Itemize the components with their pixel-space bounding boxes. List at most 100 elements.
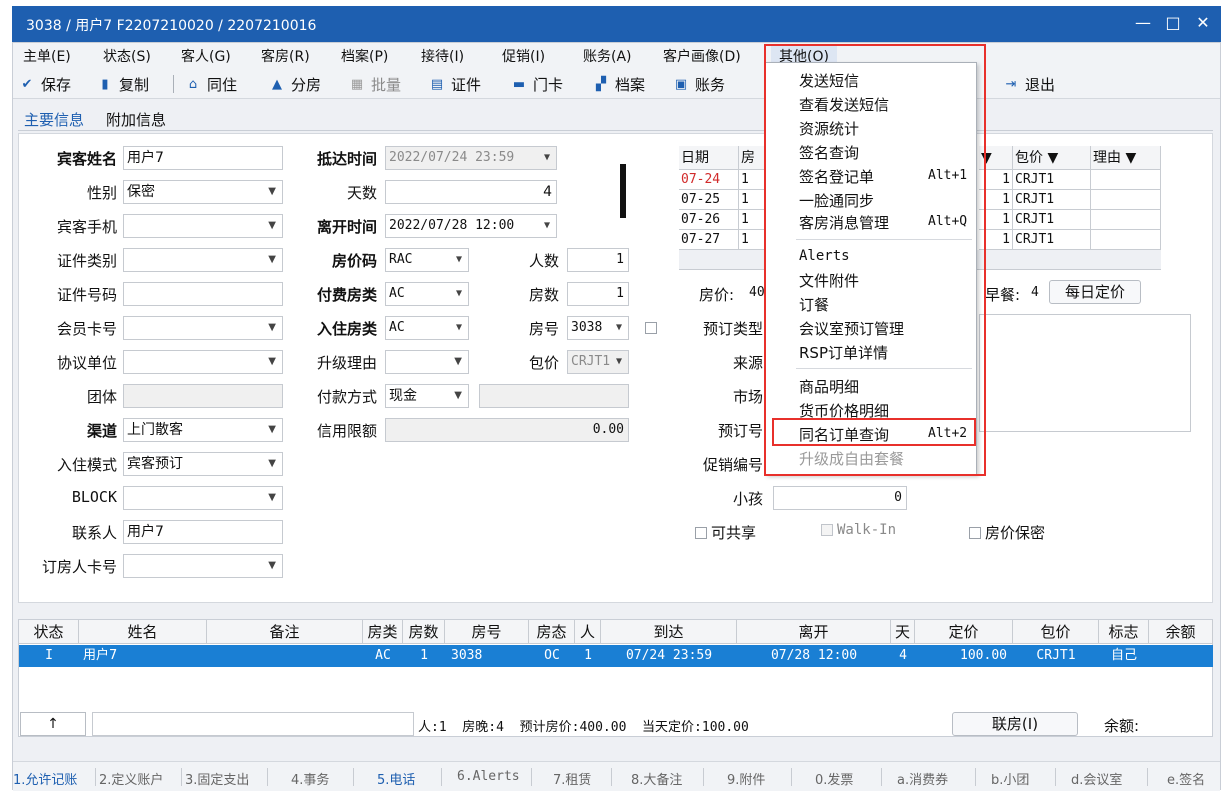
tab-main-info[interactable]: 主要信息 xyxy=(24,109,84,130)
grid-header-reason[interactable]: 理由 ▼ xyxy=(1091,146,1161,170)
group-field[interactable] xyxy=(123,384,283,408)
fn-big-note[interactable]: 8.大备注 xyxy=(631,769,682,788)
id-card-button[interactable]: ▤ 证件 xyxy=(429,74,481,95)
maximize-icon[interactable]: □ xyxy=(1158,11,1188,35)
booker-card-select[interactable]: ▼ xyxy=(123,554,283,578)
upgrade-reason-select[interactable]: ▼ xyxy=(385,350,469,374)
col-days[interactable]: 天 xyxy=(891,620,915,644)
fn-lease[interactable]: 7.租赁 xyxy=(553,769,591,788)
persons-field[interactable]: 1 xyxy=(567,248,629,272)
guest-name-field[interactable]: 用户7 xyxy=(123,146,283,170)
id-number-field[interactable] xyxy=(123,282,283,306)
col-flag[interactable]: 标志 xyxy=(1099,620,1149,644)
col-departure[interactable]: 离开 xyxy=(737,620,891,644)
menu-promotion[interactable]: 促销(I) xyxy=(502,46,545,66)
fn-alerts[interactable]: 6.Alerts xyxy=(457,769,520,784)
menu-main[interactable]: 主单(E) xyxy=(23,46,71,66)
payment-extra-field[interactable] xyxy=(479,384,629,408)
fn-affairs[interactable]: 4.事务 xyxy=(291,769,329,788)
profile-button[interactable]: ▞ 档案 xyxy=(593,74,645,95)
col-status[interactable]: 状态 xyxy=(19,620,79,644)
col-room-no[interactable]: 房号 xyxy=(445,620,529,644)
door-card-button[interactable]: ▬ 门卡 xyxy=(511,74,563,95)
daily-rate-button[interactable]: 每日定价 xyxy=(1049,280,1141,304)
gender-select[interactable]: 保密 ▼ xyxy=(123,180,283,204)
agreement-label: 协议单位 xyxy=(56,354,117,372)
col-rooms[interactable]: 房数 xyxy=(403,620,445,644)
fn-allow-charge[interactable]: 1.允许记账 xyxy=(13,769,77,788)
grid-header-package[interactable]: 包价 ▼ xyxy=(1013,146,1091,170)
save-button[interactable]: ✔ 保存 xyxy=(19,74,71,95)
row-days: 4 xyxy=(899,648,907,663)
close-icon[interactable]: ✕ xyxy=(1188,11,1218,35)
fn-phone[interactable]: 5.电话 xyxy=(377,769,415,788)
fn-define-account[interactable]: 2.定义账户 xyxy=(99,769,163,788)
rooms-field[interactable]: 1 xyxy=(567,282,629,306)
copy-button[interactable]: ▮ 复制 xyxy=(97,74,149,95)
rate-code-select[interactable]: RAC ▼ xyxy=(385,248,469,272)
rate-secret-checkbox[interactable]: 房价保密 xyxy=(969,522,1045,543)
col-note[interactable]: 备注 xyxy=(207,620,363,644)
children-field[interactable]: 0 xyxy=(773,486,907,510)
menu-status[interactable]: 状态(S) xyxy=(103,46,151,66)
menu-room[interactable]: 客房(R) xyxy=(261,46,310,66)
fn-invoice[interactable]: 0.发票 xyxy=(815,769,853,788)
row-balance xyxy=(1149,645,1213,667)
notes-area[interactable] xyxy=(979,314,1191,432)
pay-room-type-select[interactable]: AC ▼ xyxy=(385,282,469,306)
fn-fixed-expense[interactable]: 3.固定支出 xyxy=(185,769,249,788)
fn-divider xyxy=(267,768,268,786)
col-name[interactable]: 姓名 xyxy=(79,620,207,644)
credit-limit-field[interactable]: 0.00 xyxy=(385,418,629,442)
exit-button[interactable]: ⇥ 退出 xyxy=(1003,74,1055,95)
menu-accounts[interactable]: 账务(A) xyxy=(583,46,632,66)
menu-profile[interactable]: 档案(P) xyxy=(341,46,388,66)
room-no-select[interactable]: 3038 ▼ xyxy=(567,316,629,340)
contact-field[interactable]: 用户7 xyxy=(123,520,283,544)
col-rate[interactable]: 定价 xyxy=(915,620,1013,644)
ledger-button[interactable]: ▣ 账务 xyxy=(673,74,725,95)
menu-customer-portrait[interactable]: 客户画像(D) xyxy=(663,46,741,66)
checkin-mode-select[interactable]: 宾客预订 ▼ xyxy=(123,452,283,476)
fn-voucher[interactable]: a.消费券 xyxy=(897,769,948,788)
walkin-checkbox[interactable]: Walk-In xyxy=(821,522,896,538)
payment-method-select[interactable]: 现金 ▼ xyxy=(385,384,469,408)
member-card-select[interactable]: ▼ xyxy=(123,316,283,340)
package-select[interactable]: CRJT1 ▼ xyxy=(567,350,629,374)
room-no-checkbox[interactable] xyxy=(645,322,657,334)
join-room-button[interactable]: 联房(I) xyxy=(952,712,1078,736)
shareable-checkbox[interactable]: 可共享 xyxy=(695,522,756,543)
fn-meeting-room[interactable]: d.会议室 xyxy=(1071,769,1122,788)
minimize-icon[interactable]: — xyxy=(1128,11,1158,35)
col-package[interactable]: 包价 xyxy=(1013,620,1099,644)
chevron-down-icon: ▼ xyxy=(615,322,622,333)
scroll-up-button[interactable]: ↑ xyxy=(20,712,86,736)
agreement-select[interactable]: ▼ xyxy=(123,350,283,374)
id-type-select[interactable]: ▼ xyxy=(123,248,283,272)
checkin-mode-label: 入住模式 xyxy=(56,456,117,474)
departure-field[interactable]: 2022/07/28 12:00 ▼ xyxy=(385,214,557,238)
fn-small-group[interactable]: b.小团 xyxy=(991,769,1029,788)
col-room-type[interactable]: 房类 xyxy=(363,620,403,644)
block-select[interactable]: ▼ xyxy=(123,486,283,510)
search-input[interactable] xyxy=(92,712,414,736)
fn-attachment[interactable]: 9.附件 xyxy=(727,769,765,788)
fn-signature[interactable]: e.签名 xyxy=(1167,769,1205,788)
col-persons[interactable]: 人 xyxy=(575,620,601,644)
grid-package: CRJT1 xyxy=(1013,210,1091,230)
col-arrival[interactable]: 到达 xyxy=(601,620,737,644)
col-room-state[interactable]: 房态 xyxy=(529,620,575,644)
promo-no-label: 促销编号 xyxy=(702,456,763,474)
menu-reception[interactable]: 接待(I) xyxy=(421,46,464,66)
batch-button[interactable]: ▦ 批量 xyxy=(349,74,401,95)
share-room-button[interactable]: ⌂ 同住 xyxy=(185,74,237,95)
tab-extra-info[interactable]: 附加信息 xyxy=(106,109,166,130)
split-room-button[interactable]: ▲ 分房 xyxy=(269,74,321,95)
col-balance[interactable]: 余额 xyxy=(1149,620,1213,644)
days-field[interactable]: 4 xyxy=(385,180,557,204)
menu-guest[interactable]: 客人(G) xyxy=(181,46,231,66)
checkin-room-type-select[interactable]: AC ▼ xyxy=(385,316,469,340)
channel-select[interactable]: 上门散客 ▼ xyxy=(123,418,283,442)
arrival-field[interactable]: 2022/07/24 23:59 ▼ xyxy=(385,146,557,170)
mobile-select[interactable]: ▼ xyxy=(123,214,283,238)
